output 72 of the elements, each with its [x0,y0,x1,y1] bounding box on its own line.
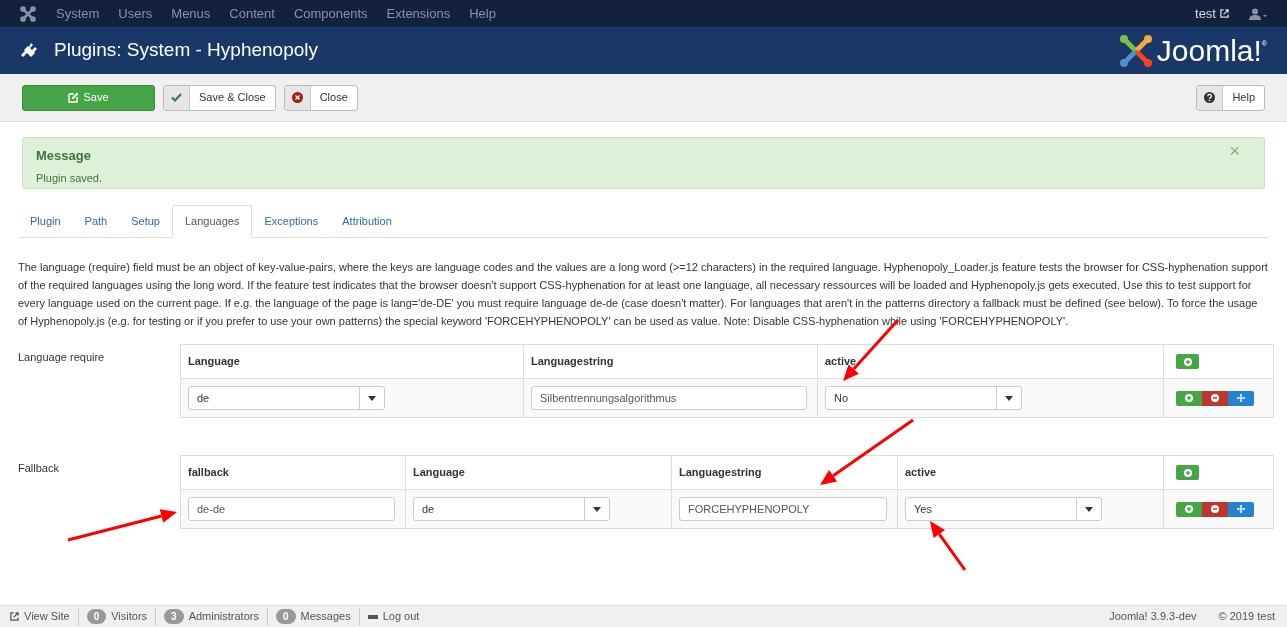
tab[interactable]: Languages [171,205,253,238]
menu-item[interactable]: Extensions [386,3,451,24]
tab[interactable]: Attribution [330,205,404,237]
text-field[interactable]: de-de [188,497,395,521]
menu-item[interactable]: Users [118,3,153,24]
select-field[interactable]: No [825,386,1022,410]
minus-icon [367,614,378,619]
remove-button[interactable] [1202,501,1228,517]
minus-icon [1211,394,1219,402]
text-field[interactable]: FORCEHYPHENOPOLY [679,497,887,521]
caret-icon [1005,395,1013,401]
status-link[interactable]: Administrators [188,608,259,625]
user-icon[interactable] [1249,7,1267,20]
menu-item[interactable]: Menus [171,3,211,24]
caret-icon [368,395,376,401]
count-badge: 0 [86,609,107,624]
logo-icon [1118,33,1153,68]
help-icon [1204,92,1216,103]
add-button[interactable] [1176,501,1202,517]
menu-item[interactable]: Content [229,3,275,24]
page-title: Plugins: System - Hyphenopoly [54,38,318,63]
remove-button[interactable] [1202,390,1228,406]
status-link[interactable]: Visitors [111,608,148,625]
caret-icon [593,506,601,512]
close-icon [291,92,303,103]
move-button[interactable] [1228,390,1254,406]
menu-item[interactable]: Help [469,3,496,24]
add-button[interactable] [1176,354,1199,369]
move-icon [1237,505,1245,513]
status-link[interactable]: Messages [300,608,351,625]
caret-icon [1085,506,1093,512]
message-title: Message [36,147,91,165]
message-text: Plugin saved. [36,170,103,186]
plug-icon [20,41,38,60]
tab[interactable]: Plugin [18,205,73,237]
tab[interactable]: Exceptions [252,205,331,237]
external-link-icon [1220,9,1229,18]
add-button[interactable] [1176,390,1202,406]
plus-icon [1183,468,1192,477]
annotation-arrow [930,521,967,571]
text-field[interactable]: Silbentrennungsalgorithmus [531,386,807,410]
status-link[interactable]: Log out [382,608,420,625]
plus-icon [1185,505,1193,513]
user-link[interactable]: test [1195,3,1216,24]
check-icon [171,93,182,102]
external-link-icon [10,612,19,621]
move-button[interactable] [1228,501,1254,517]
close-button[interactable]: Close [283,84,358,111]
menu-item[interactable]: System [56,3,100,24]
select-field[interactable]: de [413,497,610,521]
save-close-button[interactable]: Save & Close [163,84,276,111]
edit-icon [68,92,80,103]
tab[interactable]: Path [72,205,120,237]
logo-text: Joomla! [1156,35,1262,66]
add-button[interactable] [1176,465,1199,480]
select-field[interactable]: Yes [905,497,1102,521]
select-field[interactable]: de [188,386,385,410]
plus-icon [1183,357,1192,366]
status-link[interactable]: View Site [24,608,70,625]
field-label: Fallback [18,461,59,476]
logo-icon[interactable] [20,5,36,22]
help-button[interactable]: Help [1196,84,1265,111]
minus-icon [1211,505,1219,513]
move-icon [1237,394,1245,402]
count-badge: 3 [164,609,184,624]
field-label: Language require [18,350,105,365]
version-text: Joomla! 3.9.3-dev [1109,609,1197,625]
count-badge: 0 [275,609,296,624]
copyright-text: © 2019 test [1218,609,1275,625]
tab[interactable]: Setup [119,205,172,237]
plus-icon [1185,394,1193,402]
menu-item[interactable]: Components [293,3,368,24]
